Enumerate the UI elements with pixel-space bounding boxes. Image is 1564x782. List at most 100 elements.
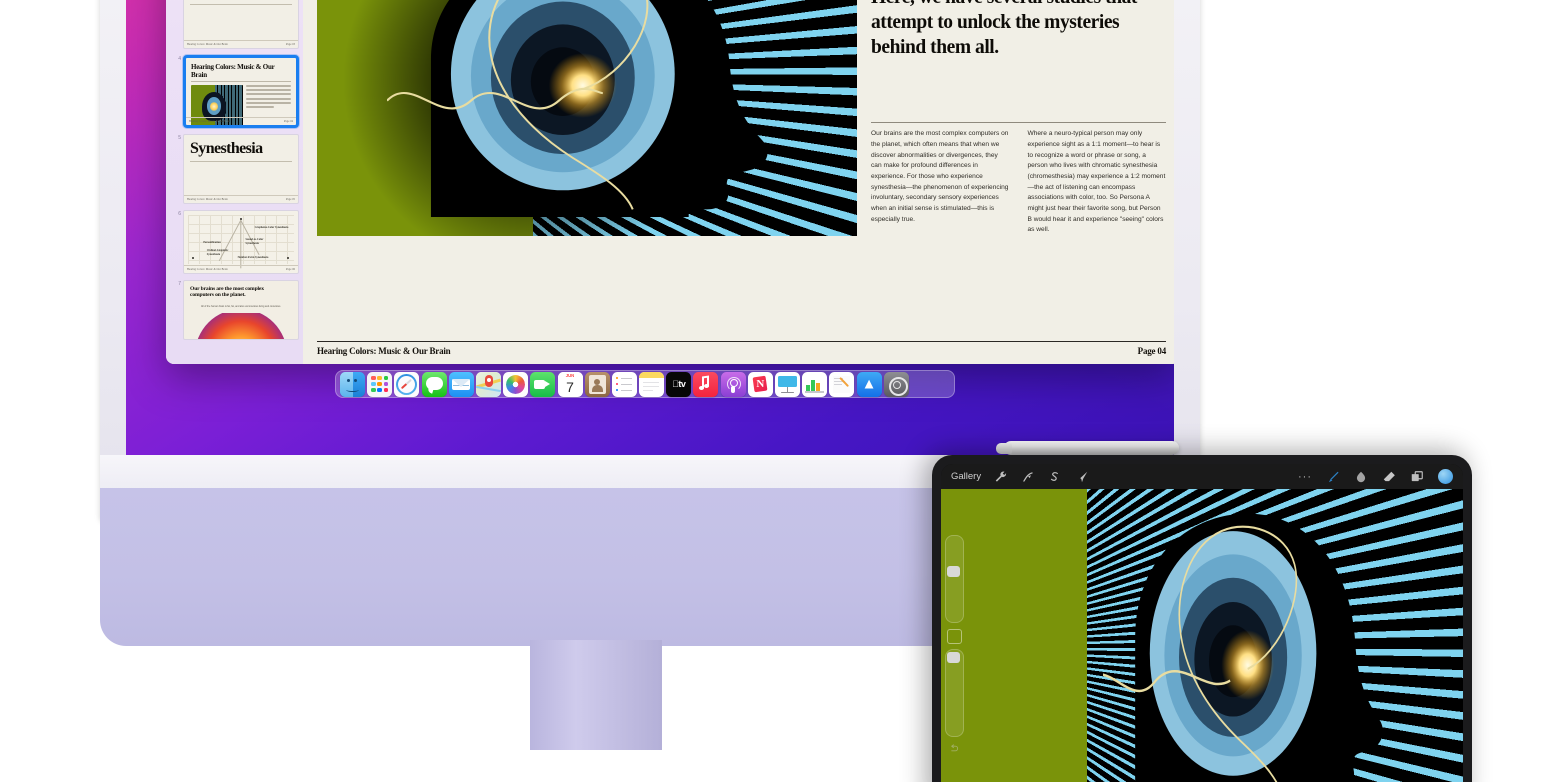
- transform-icon[interactable]: [1075, 470, 1089, 484]
- body-column-2: Where a neuro-typical person may only ex…: [1027, 130, 1166, 234]
- gallery-button[interactable]: Gallery: [951, 471, 981, 482]
- mail-icon[interactable]: [448, 371, 474, 397]
- document-page[interactable]: Hearing Colors: Music & Our Brain: [303, 0, 1174, 364]
- reminders-icon[interactable]: [611, 371, 637, 397]
- diagram-label: Sound-to-Color Synesthesia: [245, 238, 264, 245]
- keynote-icon[interactable]: [775, 371, 800, 397]
- page-lede: From synesthesia to group euphoria, musi…: [871, 0, 1137, 58]
- imac-stand-neck: [530, 640, 662, 750]
- ipad-display[interactable]: Gallery ···: [941, 464, 1463, 782]
- page-text-column: From synesthesia to group euphoria, musi…: [871, 0, 1166, 236]
- messages-icon[interactable]: [421, 371, 447, 397]
- page-thumbnail-quote[interactable]: Our brains are the most complex computer…: [183, 280, 299, 340]
- macos-dock[interactable]: JUN 7 tv N ▲: [335, 370, 955, 398]
- brush-opacity-slider[interactable]: [945, 649, 964, 737]
- news-glyph: N: [756, 378, 765, 390]
- thumbnail-heading: Hearing Colors: Music & Our Brain: [191, 63, 291, 82]
- diagram-label: Personification: [203, 240, 221, 244]
- paint-brush-icon[interactable]: [1326, 470, 1340, 484]
- system-settings-icon[interactable]: [883, 371, 909, 397]
- toolbar-right-group[interactable]: ···: [1298, 469, 1453, 484]
- calendar-icon[interactable]: JUN 7: [557, 371, 583, 397]
- thumbnail-row[interactable]: 7 Our brains are the most complex comput…: [172, 280, 299, 340]
- page-thumbnail-diagram[interactable]: Grapheme-Color Synesthesia Sound-to-Colo…: [183, 210, 299, 274]
- canvas-head-illustration: [1102, 502, 1395, 782]
- thumbnail-row[interactable]: 6 Grapheme-Color Synesthesia Sound-to-Co…: [172, 210, 299, 274]
- ipad-tablet[interactable]: Gallery ···: [932, 455, 1472, 782]
- page-footer: Hearing Colors: Music & Our Brain Page 0…: [317, 341, 1166, 356]
- thumbnail-heading: Introduction: [190, 0, 292, 5]
- diagram-label: Grapheme-Color Synesthesia: [254, 225, 289, 229]
- columns-rule: [871, 122, 1166, 124]
- notes-icon[interactable]: [639, 371, 665, 397]
- thumbnail-row-selected[interactable]: 4 Hearing Colors: Music & Our Brain Hear…: [172, 55, 299, 128]
- quote-line-2: computers on the planet.: [190, 292, 246, 299]
- page-footer-right: Page 04: [1137, 346, 1167, 356]
- calendar-day: 7: [566, 379, 574, 395]
- thumbnail-number: 6: [178, 211, 181, 217]
- page-body: From synesthesia to group euphoria, musi…: [317, 0, 1166, 236]
- news-icon[interactable]: N: [747, 371, 773, 397]
- thumbnail-row[interactable]: 3 Introduction Hearing Colors: Music & O…: [172, 0, 299, 49]
- music-icon[interactable]: [693, 371, 719, 397]
- brush-size-slider[interactable]: [945, 535, 964, 623]
- thumbnail-footer: Hearing Colors: Music & Our Brain Page 0…: [184, 40, 298, 48]
- diagram-label: Number-Form Synesthesia: [237, 255, 269, 259]
- diagram-label: Ordinal-Linguistic Synesthesia: [206, 249, 229, 256]
- thumbnail-footer-right: Page 06: [286, 268, 295, 271]
- body-column-1: Our brains are the most complex computer…: [871, 130, 1009, 223]
- brush-size-knob[interactable]: [947, 566, 960, 577]
- finder-icon[interactable]: [340, 371, 365, 397]
- pages-document-window[interactable]: 1 Music & Our Brain Hearing Colors: Musi…: [166, 0, 1174, 364]
- eraser-icon[interactable]: [1382, 470, 1396, 484]
- thumbnail-footer-right: Page 03: [286, 43, 295, 46]
- brush-controls-rail[interactable]: [945, 535, 964, 752]
- contacts-icon[interactable]: [584, 371, 610, 397]
- thumbnail-footer-left: Hearing Colors: Music & Our Brain: [187, 198, 228, 201]
- layers-icon[interactable]: [1410, 470, 1424, 484]
- apple-pencil[interactable]: [996, 441, 1179, 455]
- appstore-glyph: ▲: [861, 375, 877, 393]
- maps-icon[interactable]: [475, 371, 501, 397]
- page-columns: Our brains are the most complex computer…: [871, 129, 1166, 236]
- launchpad-icon[interactable]: [367, 371, 393, 397]
- painting-app-toolbar[interactable]: Gallery ···: [941, 464, 1463, 489]
- thumbnail-footer: Hearing Colors: Music & Our Brain Page 0…: [184, 265, 298, 273]
- page-thumbnail-introduction[interactable]: Introduction Hearing Colors: Music & Our…: [183, 0, 299, 49]
- appletv-icon[interactable]: tv: [666, 371, 692, 397]
- modify-button[interactable]: [946, 629, 962, 644]
- facetime-icon[interactable]: [530, 371, 556, 397]
- smudge-icon[interactable]: [1354, 470, 1368, 484]
- podcasts-icon[interactable]: [720, 371, 746, 397]
- page-thumbnail-hearing-colors[interactable]: Hearing Colors: Music & Our Brain Hearin…: [183, 55, 299, 128]
- thumbnail-number: 7: [178, 281, 181, 287]
- thumbnail-number: 5: [178, 135, 181, 141]
- quote-caption: All of the human brain is far, far, and …: [201, 304, 281, 308]
- thumbnail-number: 4: [178, 56, 181, 62]
- painting-canvas[interactable]: [941, 489, 1463, 782]
- color-swatch[interactable]: [1438, 469, 1453, 484]
- page-thumbnail-synesthesia[interactable]: Synesthesia Hearing Colors: Music & Our …: [183, 134, 299, 204]
- adjustments-icon[interactable]: [1021, 470, 1035, 484]
- thumbnail-row[interactable]: 5 Synesthesia Hearing Colors: Music & Ou…: [172, 134, 299, 204]
- appstore-icon[interactable]: ▲: [856, 371, 882, 397]
- safari-icon[interactable]: [394, 371, 420, 397]
- page-thumbnail-sidebar[interactable]: 1 Music & Our Brain Hearing Colors: Musi…: [166, 0, 303, 364]
- appletv-label: tv: [672, 379, 686, 389]
- head-illustration[interactable]: [317, 0, 857, 236]
- photos-icon[interactable]: [503, 371, 529, 397]
- numbers-icon[interactable]: [802, 371, 828, 397]
- scene: 1 Music & Our Brain Hearing Colors: Musi…: [0, 0, 1564, 782]
- thumbnail-footer-left: Hearing Colors: Music & Our Brain: [189, 120, 230, 123]
- toolbar-left-group[interactable]: Gallery: [951, 470, 1089, 484]
- pages-icon[interactable]: [829, 371, 855, 397]
- brush-opacity-knob[interactable]: [947, 652, 960, 663]
- page-footer-left: Hearing Colors: Music & Our Brain: [317, 346, 451, 356]
- thumbnail-footer-left: Hearing Colors: Music & Our Brain: [187, 43, 228, 46]
- thumbnail-heading: Synesthesia: [190, 141, 292, 162]
- head-shape: [387, 0, 787, 217]
- undo-icon[interactable]: [947, 743, 960, 754]
- thumbnail-footer: Hearing Colors: Music & Our Brain Page 0…: [184, 195, 298, 203]
- actions-wrench-icon[interactable]: [994, 470, 1008, 484]
- selection-icon[interactable]: [1048, 470, 1062, 484]
